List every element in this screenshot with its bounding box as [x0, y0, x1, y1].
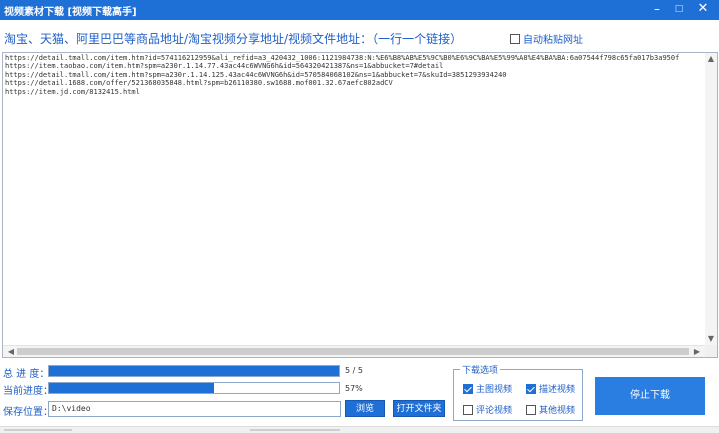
- horizontal-scroll-thumb[interactable]: [17, 348, 689, 355]
- open-folder-button[interactable]: 打开文件夹: [393, 400, 445, 417]
- scroll-left-icon[interactable]: ◀: [5, 346, 17, 358]
- option-description-video[interactable]: 描述视频: [526, 382, 575, 395]
- checkbox-icon[interactable]: [463, 404, 473, 415]
- total-progress-bar: [48, 365, 340, 377]
- checkbox-icon[interactable]: [510, 33, 520, 44]
- checkbox-icon[interactable]: [463, 383, 473, 394]
- total-progress-label: 总 进 度：: [3, 369, 50, 380]
- option-review-video[interactable]: 评论视频: [463, 403, 512, 416]
- option-label: 评论视频: [476, 406, 513, 416]
- scroll-down-icon[interactable]: ▼: [706, 334, 716, 344]
- download-options-legend: 下载选项: [460, 363, 501, 376]
- option-other-video[interactable]: 其他视频: [526, 403, 575, 416]
- option-label: 其他视频: [539, 406, 576, 416]
- option-main-video[interactable]: 主图视频: [463, 382, 512, 395]
- scroll-right-icon[interactable]: ▶: [691, 346, 703, 358]
- download-options-group: 下载选项 主图视频 描述视频 评论视频 其他视频: [453, 363, 583, 421]
- url-instruction-label: 淘宝、天猫、阿里巴巴等商品地址/淘宝视频分享地址/视频文件地址：（一行一个链接）: [4, 32, 463, 46]
- auto-paste-label: 自动粘贴网址: [523, 35, 583, 46]
- checkbox-icon[interactable]: [526, 383, 536, 394]
- stop-download-button[interactable]: 停止下载: [595, 377, 705, 415]
- current-progress-label: 当前进度：: [3, 386, 53, 397]
- option-label: 主图视频: [476, 385, 513, 395]
- url-line: https://item.taobao.com/item.htm?spm=a23…: [5, 62, 444, 71]
- browse-button[interactable]: 浏览: [345, 400, 385, 417]
- url-line: https://item.jd.com/8132415.html: [5, 87, 140, 96]
- url-lines[interactable]: https://detail.tmall.com/item.htm?id=574…: [5, 54, 705, 344]
- total-progress-fill: [49, 366, 339, 376]
- horizontal-scrollbar[interactable]: ◀ ▶: [3, 345, 705, 357]
- status-segment: [4, 429, 72, 431]
- option-label: 描述视频: [539, 385, 576, 395]
- maximize-icon[interactable]: □: [668, 0, 690, 20]
- status-bar: [0, 426, 719, 433]
- total-progress-text: 5 / 5: [345, 366, 363, 375]
- url-line: https://detail.tmall.com/item.htm?spm=a2…: [5, 70, 507, 79]
- auto-paste-checkbox[interactable]: 自动粘贴网址: [510, 31, 583, 46]
- close-icon[interactable]: ✕: [692, 0, 714, 20]
- save-path-input[interactable]: D:\video: [48, 401, 341, 417]
- current-progress-text: 57%: [345, 384, 363, 393]
- checkbox-icon[interactable]: [526, 404, 536, 415]
- current-progress-bar: [48, 382, 340, 394]
- url-textarea[interactable]: https://detail.tmall.com/item.htm?id=574…: [2, 52, 718, 358]
- url-line: https://detail.1688.com/offer/5213680358…: [5, 79, 393, 88]
- save-location-label: 保存位置：: [3, 407, 53, 418]
- window-title: 视频素材下载 [视频下载高手]: [4, 7, 137, 18]
- minimize-icon[interactable]: –: [646, 0, 668, 20]
- scroll-corner: [705, 345, 717, 357]
- status-segment: [250, 429, 340, 431]
- vertical-scrollbar[interactable]: ▲ ▼: [705, 53, 717, 345]
- current-progress-fill: [49, 383, 215, 393]
- header-row: 淘宝、天猫、阿里巴巴等商品地址/淘宝视频分享地址/视频文件地址：（一行一个链接）…: [4, 30, 715, 48]
- scroll-up-icon[interactable]: ▲: [706, 54, 716, 64]
- url-line: https://detail.tmall.com/item.htm?id=574…: [5, 54, 680, 62]
- title-bar: 视频素材下载 [视频下载高手] – □ ✕: [0, 0, 719, 20]
